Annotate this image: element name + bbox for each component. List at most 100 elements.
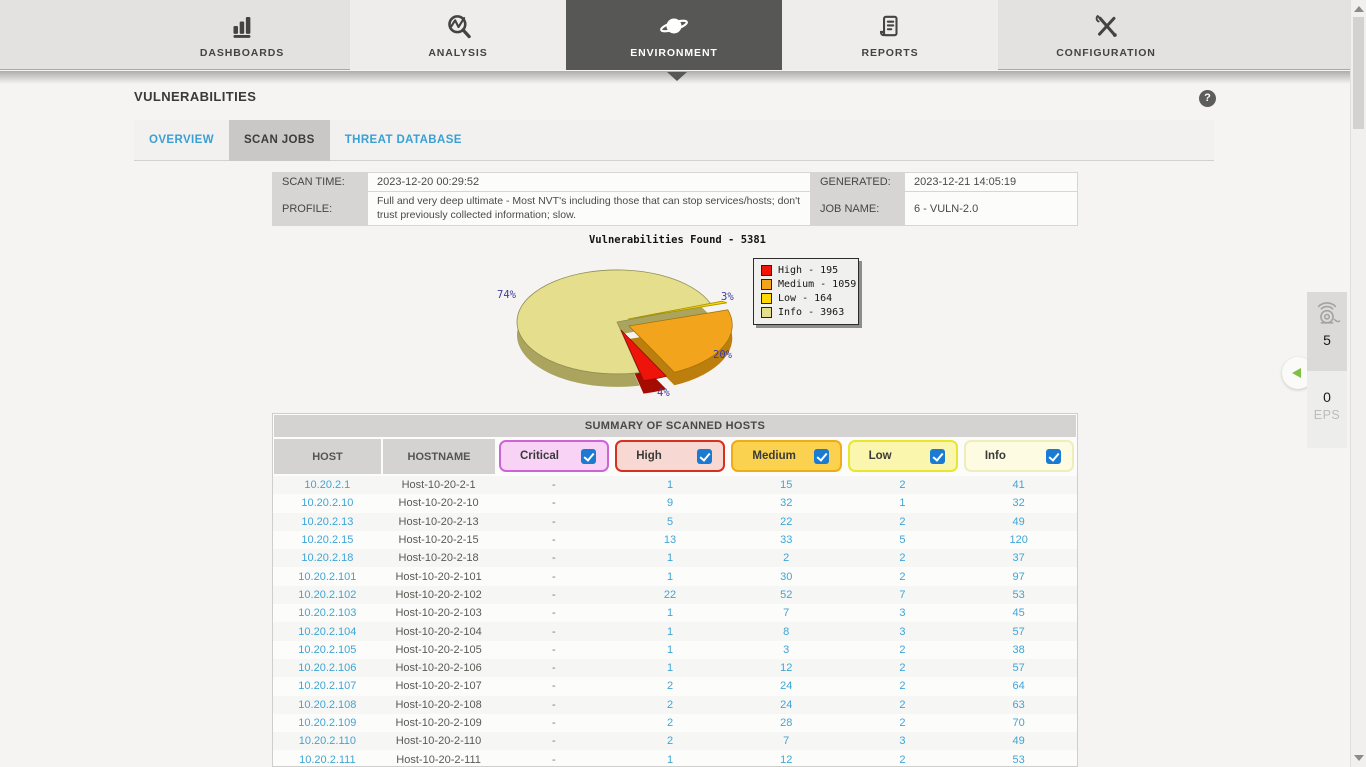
host-link[interactable]: 10.20.2.103 (273, 607, 382, 619)
low-count-link[interactable]: 2 (845, 644, 961, 656)
medium-count-link[interactable]: 24 (728, 680, 845, 692)
info-checkbox[interactable] (1046, 448, 1062, 464)
info-count-link[interactable]: 57 (960, 662, 1077, 674)
host-link[interactable]: 10.20.2.13 (273, 516, 382, 528)
page-scrollbar[interactable] (1350, 0, 1366, 767)
info-count-link[interactable]: 53 (960, 589, 1077, 601)
low-count-link[interactable]: 3 (845, 626, 961, 638)
low-count-link[interactable]: 2 (845, 662, 961, 674)
high-count-link[interactable]: 1 (612, 754, 728, 766)
medium-count-link[interactable]: 30 (728, 571, 845, 583)
medium-count-link[interactable]: 32 (728, 497, 845, 509)
medium-count-link[interactable]: 12 (728, 662, 845, 674)
medium-checkbox[interactable] (813, 448, 829, 464)
high-count-link[interactable]: 1 (612, 552, 728, 564)
info-count-link[interactable]: 38 (960, 644, 1077, 656)
host-link[interactable]: 10.20.2.15 (273, 534, 382, 546)
high-count-link[interactable]: 1 (612, 479, 728, 491)
low-filter[interactable]: Low (847, 440, 958, 472)
info-count-link[interactable]: 64 (960, 680, 1077, 692)
critical-checkbox[interactable] (581, 448, 597, 464)
low-checkbox[interactable] (929, 448, 945, 464)
low-count-link[interactable]: 2 (845, 571, 961, 583)
host-link[interactable]: 10.20.2.10 (273, 497, 382, 509)
info-count-link[interactable]: 49 (960, 516, 1077, 528)
low-count-link[interactable]: 2 (845, 479, 961, 491)
scrollbar-thumb[interactable] (1353, 17, 1364, 129)
high-count-link[interactable]: 1 (612, 644, 728, 656)
low-count-link[interactable]: 3 (845, 607, 961, 619)
host-link[interactable]: 10.20.2.106 (273, 662, 382, 674)
info-count-link[interactable]: 37 (960, 552, 1077, 564)
host-link[interactable]: 10.20.2.111 (273, 754, 382, 766)
low-count-link[interactable]: 2 (845, 516, 961, 528)
info-filter[interactable]: Info (963, 440, 1075, 472)
high-count-link[interactable]: 9 (612, 497, 728, 509)
nav-item-analysis[interactable]: ANALYSIS (350, 0, 566, 70)
low-count-link[interactable]: 5 (845, 534, 961, 546)
medium-count-link[interactable]: 24 (728, 699, 845, 711)
help-button[interactable]: ? (1199, 90, 1216, 107)
critical-filter[interactable]: Critical (499, 440, 610, 472)
medium-count-link[interactable]: 15 (728, 479, 845, 491)
host-link[interactable]: 10.20.2.102 (273, 589, 382, 601)
host-link[interactable]: 10.20.2.18 (273, 552, 382, 564)
high-count-link[interactable]: 1 (612, 607, 728, 619)
host-link[interactable]: 10.20.2.107 (273, 680, 382, 692)
scroll-up-icon[interactable] (1354, 6, 1364, 12)
medium-count-link[interactable]: 7 (728, 607, 845, 619)
high-count-link[interactable]: 1 (612, 626, 728, 638)
high-count-link[interactable]: 13 (612, 534, 728, 546)
nav-item-environment[interactable]: ENVIRONMENT (566, 0, 782, 70)
nav-item-configuration[interactable]: CONFIGURATION (998, 0, 1214, 70)
info-count-link[interactable]: 63 (960, 699, 1077, 711)
tab-scan-jobs[interactable]: SCAN JOBS (228, 120, 330, 161)
medium-count-link[interactable]: 2 (728, 552, 845, 564)
host-link[interactable]: 10.20.2.109 (273, 717, 382, 729)
medium-count-link[interactable]: 52 (728, 589, 845, 601)
medium-count-link[interactable]: 3 (728, 644, 845, 656)
medium-count-link[interactable]: 12 (728, 754, 845, 766)
alarms-widget[interactable]: 5 (1307, 292, 1347, 371)
scroll-down-icon[interactable] (1354, 755, 1364, 761)
host-link[interactable]: 10.20.2.101 (273, 571, 382, 583)
nav-item-dashboards[interactable]: DASHBOARDS (134, 0, 350, 70)
low-count-link[interactable]: 3 (845, 735, 961, 747)
high-count-link[interactable]: 22 (612, 589, 728, 601)
low-count-link[interactable]: 2 (845, 552, 961, 564)
info-count-link[interactable]: 70 (960, 717, 1077, 729)
high-count-link[interactable]: 2 (612, 699, 728, 711)
info-count-link[interactable]: 53 (960, 754, 1077, 766)
info-count-link[interactable]: 57 (960, 626, 1077, 638)
nav-item-reports[interactable]: REPORTS (782, 0, 998, 70)
info-count-link[interactable]: 41 (960, 479, 1077, 491)
tab-threat-database[interactable]: THREAT DATABASE (330, 120, 477, 161)
info-count-link[interactable]: 32 (960, 497, 1077, 509)
high-count-link[interactable]: 2 (612, 735, 728, 747)
info-count-link[interactable]: 49 (960, 735, 1077, 747)
high-count-link[interactable]: 2 (612, 680, 728, 692)
low-count-link[interactable]: 2 (845, 754, 961, 766)
info-count-link[interactable]: 120 (960, 534, 1077, 546)
host-link[interactable]: 10.20.2.110 (273, 735, 382, 747)
tab-overview[interactable]: OVERVIEW (134, 120, 229, 161)
low-count-link[interactable]: 7 (845, 589, 961, 601)
low-count-link[interactable]: 2 (845, 699, 961, 711)
high-count-link[interactable]: 1 (612, 571, 728, 583)
medium-count-link[interactable]: 33 (728, 534, 845, 546)
low-count-link[interactable]: 2 (845, 717, 961, 729)
medium-count-link[interactable]: 22 (728, 516, 845, 528)
host-link[interactable]: 10.20.2.1 (273, 479, 382, 491)
host-link[interactable]: 10.20.2.105 (273, 644, 382, 656)
medium-count-link[interactable]: 8 (728, 626, 845, 638)
collapse-arrow-icon[interactable] (1292, 368, 1301, 378)
host-link[interactable]: 10.20.2.104 (273, 626, 382, 638)
info-count-link[interactable]: 45 (960, 607, 1077, 619)
high-count-link[interactable]: 5 (612, 516, 728, 528)
low-count-link[interactable]: 2 (845, 680, 961, 692)
host-link[interactable]: 10.20.2.108 (273, 699, 382, 711)
medium-count-link[interactable]: 28 (728, 717, 845, 729)
medium-filter[interactable]: Medium (731, 440, 842, 472)
high-count-link[interactable]: 2 (612, 717, 728, 729)
high-count-link[interactable]: 1 (612, 662, 728, 674)
